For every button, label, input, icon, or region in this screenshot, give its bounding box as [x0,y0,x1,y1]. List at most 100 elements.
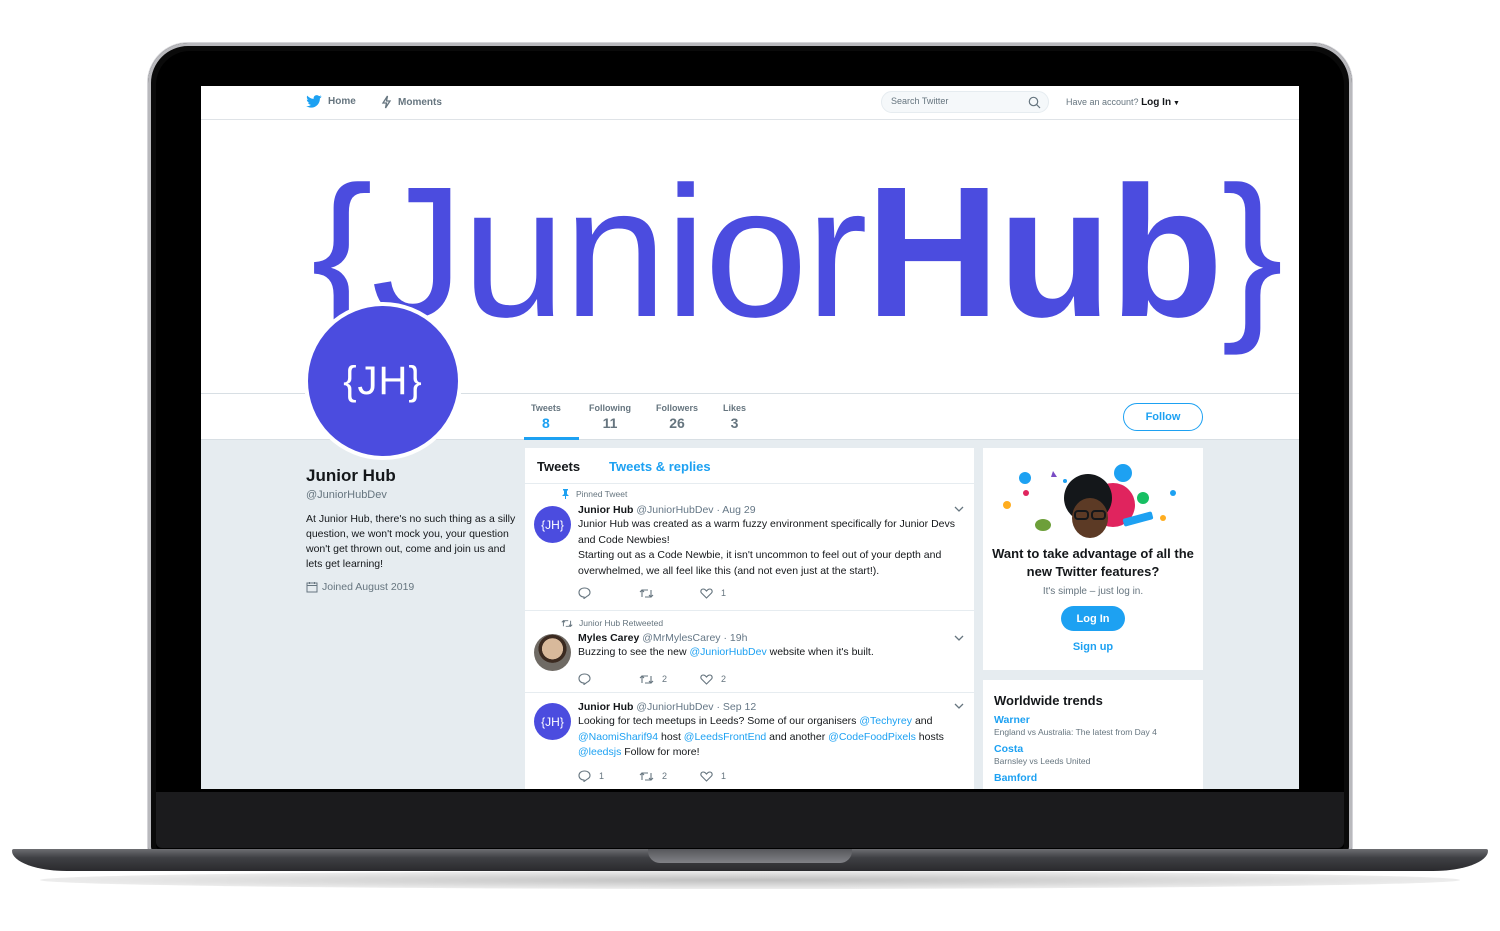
tweet-author-handle[interactable]: @JuniorHubDev [636,701,713,713]
nav-home[interactable]: Home [306,95,356,108]
tweet-actions: 1 [578,587,761,599]
tweet-avatar[interactable]: {JH} [534,703,571,740]
pinned-context: Pinned Tweet [561,489,627,499]
nav-home-label: Home [328,96,356,107]
tab-tweets[interactable]: Tweets [537,459,580,474]
promo-title: Want to take advantage of all the new Tw… [992,546,1194,579]
retweet-icon [639,674,654,684]
avatar-initials: {JH} [541,714,564,729]
retweet-button[interactable] [639,587,700,599]
trend-description: Barnsley vs Leeds United [994,756,1091,766]
retweet-button[interactable]: 2 [639,770,700,782]
retweet-count: 2 [662,674,668,684]
retweet-icon [639,771,654,781]
stat-value: 8 [542,415,550,431]
reply-button[interactable] [578,587,639,599]
laptop-bezel-bottom [156,792,1344,848]
trend-item[interactable]: Warner England vs Australia: The latest … [994,714,1192,737]
like-button[interactable]: 1 [700,770,761,782]
retweet-button[interactable]: 2 [639,673,700,685]
reply-count: 1 [599,771,605,781]
trend-description: England vs Australia: The latest from Da… [994,727,1157,737]
tweet-item[interactable]: Junior Hub Retweeted Myles Carey @MrMyle… [525,611,974,693]
avatar-initials: {JH} [343,358,423,403]
like-button[interactable]: 1 [700,587,761,599]
tweet-author-handle[interactable]: @JuniorHubDev [636,504,713,516]
tweet-text: Buzzing to see the new @JuniorHubDev web… [578,645,958,661]
tweet-text-part: website when it's built. [766,646,874,658]
have-account-text: Have an account? [1066,97,1139,107]
tweet-actions: 2 2 [578,673,761,685]
mention-link[interactable]: @CodeFoodPixels [828,731,916,743]
search-input[interactable] [891,96,1021,106]
stat-label: Likes [723,403,747,413]
trend-name[interactable]: Costa [994,743,1192,755]
profile-avatar[interactable]: {JH} [304,302,462,460]
tweet-timestamp[interactable]: · Aug 29 [716,504,755,516]
active-tab-indicator [524,437,579,440]
stat-label: Followers [656,403,699,413]
profile-name[interactable]: Junior Hub [306,466,516,486]
profile-sidebar: Junior Hub @JuniorHubDev At Junior Hub, … [306,466,516,593]
tweet-timestamp[interactable]: · Sep 12 [716,701,756,713]
tweet-author-name[interactable]: Junior Hub [578,701,633,713]
stat-label: Following [589,403,631,413]
profile-bio: At Junior Hub, there's no such thing as … [306,513,516,570]
tweet-item[interactable]: Pinned Tweet {JH} Junior Hub @JuniorHubD… [525,484,974,611]
trend-name[interactable]: Warner [994,714,1192,726]
chevron-down-icon[interactable] [954,703,964,710]
tweet-avatar[interactable]: {JH} [534,506,571,543]
stat-likes[interactable]: Likes 3 [723,403,746,431]
tweet-author-handle[interactable]: @MrMylesCarey [642,632,720,644]
tweet-author-name[interactable]: Myles Carey [578,632,639,644]
trends-title: Worldwide trends [994,693,1103,708]
tweet-content: Myles Carey @MrMylesCarey · 19h Buzzing … [578,632,958,661]
follow-button[interactable]: Follow [1123,403,1203,431]
reply-button[interactable] [578,673,639,685]
trend-item[interactable]: Costa Barnsley vs Leeds United [994,743,1192,766]
mention-link[interactable]: @leedsjs [578,746,621,758]
reply-icon [578,770,591,782]
reply-button[interactable]: 1 [578,770,639,782]
login-link[interactable]: Log In [1141,97,1171,108]
reply-icon [578,587,591,599]
caret-down-icon[interactable]: ▼ [1171,100,1180,107]
tweet-text-line: Junior Hub was created as a warm fuzzy e… [578,518,955,546]
tweet-text-part: Follow for more! [621,746,700,758]
stat-tweets[interactable]: Tweets 8 [531,403,561,431]
mention-link[interactable]: @NaomiSharif94 [578,731,658,743]
tweet-timestamp[interactable]: · 19h [723,632,747,644]
stat-value: 26 [669,415,685,431]
context-text: Junior Hub Retweeted [579,618,664,628]
chevron-down-icon[interactable] [954,635,964,642]
tab-tweets-replies[interactable]: Tweets & replies [609,459,711,474]
search-icon[interactable] [1028,96,1041,109]
trend-name[interactable]: Bamford [994,772,1192,784]
chevron-down-icon[interactable] [954,506,964,513]
tweet-text-part: Looking for tech meetups in Leeds? Some … [578,715,860,727]
stat-followers[interactable]: Followers 26 [656,403,698,431]
mention-link[interactable]: @LeedsFrontEnd [684,731,766,743]
retweet-icon [561,619,573,627]
profile-handle[interactable]: @JuniorHubDev [306,489,516,501]
login-button[interactable]: Log In [1061,606,1125,631]
joined-date: Joined August 2019 [306,581,516,593]
stat-following[interactable]: Following 11 [589,403,631,431]
nav-moments[interactable]: Moments [381,95,442,109]
like-button[interactable]: 2 [700,673,761,685]
tweet-item[interactable]: {JH} Junior Hub @JuniorHubDev · Sep 12 L… [525,693,974,789]
pin-icon [562,489,569,499]
signup-link[interactable]: Sign up [983,641,1203,653]
stat-value: 3 [730,415,739,431]
trend-item[interactable]: Bamford [994,772,1192,784]
account-area: Have an account? Log In ▼ [1066,97,1180,108]
tweet-author-name[interactable]: Junior Hub [578,504,633,516]
promo-subtitle: It's simple – just log in. [1042,586,1144,597]
retweeted-context: Junior Hub Retweeted [561,618,663,628]
tweet-text-part: Buzzing to see the new [578,646,690,658]
mention-link[interactable]: @Techyrey [859,715,912,727]
like-count: 1 [721,588,727,598]
tweet-avatar-photo[interactable] [534,634,571,671]
mention-link[interactable]: @JuniorHubDev [690,646,767,658]
retweet-count: 2 [662,771,668,781]
